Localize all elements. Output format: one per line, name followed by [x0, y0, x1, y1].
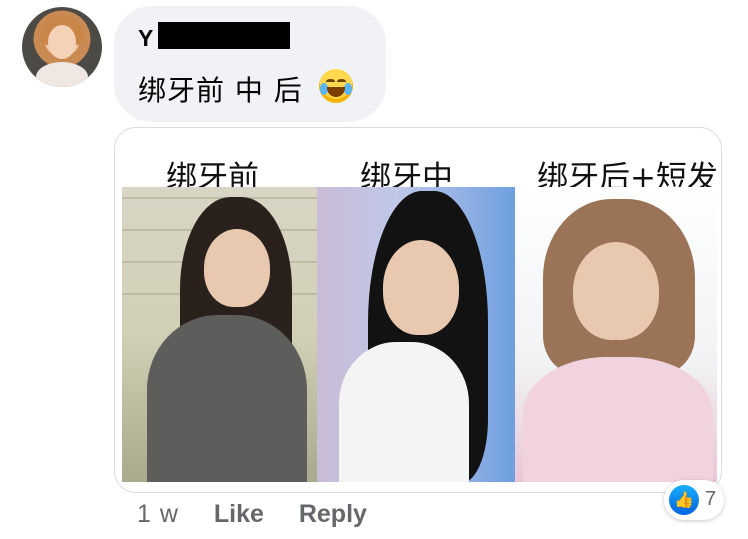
avatar-shirt [36, 62, 88, 87]
avatar[interactable] [22, 7, 102, 87]
image-attachment[interactable]: 绑牙前 绑牙中 绑牙后+短发 [114, 127, 722, 493]
reply-link[interactable]: Reply [299, 500, 367, 529]
author-name[interactable]: Y [138, 25, 153, 52]
laughing-emoji-icon [319, 69, 353, 103]
photo-after [515, 187, 717, 482]
redaction-bar [158, 22, 290, 49]
avatar-face [48, 25, 76, 59]
comment-text: 绑牙前 中 后 [138, 74, 303, 107]
timestamp[interactable]: 1 w [137, 500, 179, 529]
photo-before [122, 187, 317, 482]
reaction-count: 7 [705, 488, 717, 510]
photo-during [317, 187, 515, 482]
comment-bubble: Y 绑牙前 中 后 [114, 6, 386, 122]
reaction-summary[interactable]: 👍 7 [664, 480, 724, 520]
thumbs-up-icon: 👍 [669, 485, 699, 515]
comment-actions: 1 w Like Reply [137, 500, 395, 529]
like-link[interactable]: Like [214, 500, 264, 529]
